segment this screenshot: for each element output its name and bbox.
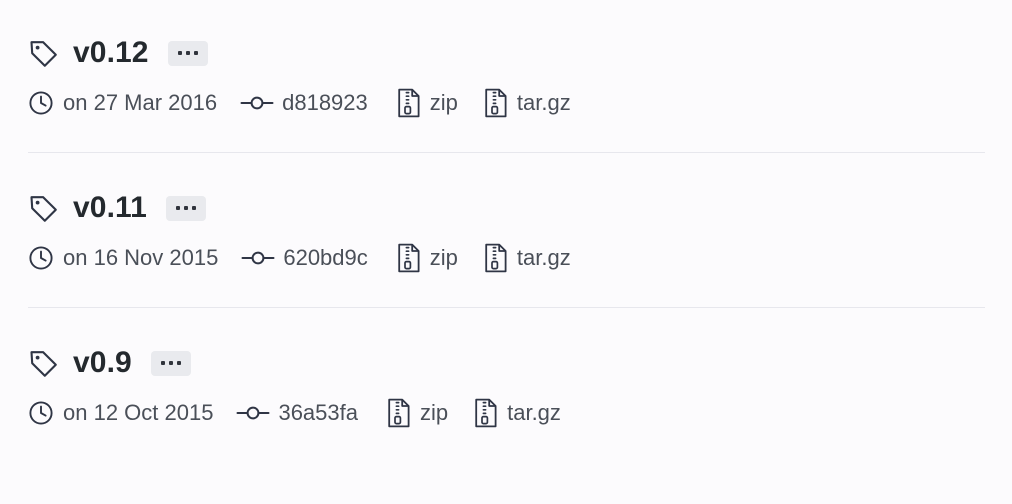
release-version-title: v0.9 xyxy=(73,346,132,379)
release-menu-button[interactable] xyxy=(150,350,191,376)
zip-file-icon xyxy=(398,243,420,273)
ellipsis-dot xyxy=(185,51,190,55)
download-zip-link[interactable]: zip xyxy=(387,398,448,428)
release-date: on 16 Nov 2015 xyxy=(63,245,219,270)
download-targz-link[interactable]: tar.gz xyxy=(474,398,561,428)
release-entry: v0.12 on 27 Mar 2016 d818923 zip tar.gz xyxy=(28,30,984,123)
release-version-title: v0.12 xyxy=(73,36,149,69)
release-meta-row: on 27 Mar 2016 d818923 zip tar.gz xyxy=(28,83,984,123)
clock-icon xyxy=(29,401,53,425)
ellipsis-dot xyxy=(176,361,181,365)
zip-file-icon xyxy=(485,88,507,118)
download-label: zip xyxy=(429,245,458,270)
release-commit-hash: 620bd9c xyxy=(283,245,368,270)
zip-file-icon xyxy=(398,88,420,118)
commit-icon xyxy=(241,251,275,265)
download-zip-link[interactable]: zip xyxy=(397,88,458,118)
release-commit-hash: 36a53fa xyxy=(278,400,358,425)
download-label: zip xyxy=(419,400,449,425)
commit-icon xyxy=(240,96,274,110)
release-meta-row: on 16 Nov 2015 620bd9c zip tar.gz xyxy=(28,238,984,278)
clock-icon xyxy=(29,91,53,115)
release-version-title: v0.11 xyxy=(73,191,147,224)
download-zip-link[interactable]: zip xyxy=(397,243,458,273)
ellipsis-dot xyxy=(175,206,180,210)
release-commit-hash: d818923 xyxy=(282,90,368,115)
download-targz-link[interactable]: tar.gz xyxy=(484,243,571,273)
ellipsis-dot xyxy=(191,206,196,210)
tag-icon xyxy=(30,196,57,222)
tags-list-page: v0.12 on 27 Mar 2016 d818923 zip tar.gz … xyxy=(0,0,1012,504)
release-menu-button[interactable] xyxy=(165,195,206,221)
commit-icon xyxy=(236,406,270,420)
release-meta-row: on 12 Oct 2015 36a53fa zip tar.gz xyxy=(28,393,984,433)
release-title-row: v0.11 xyxy=(28,185,984,231)
tag-icon xyxy=(30,351,57,377)
download-label: tar.gz xyxy=(516,245,571,270)
release-title-row: v0.9 xyxy=(28,340,984,386)
release-date: on 12 Oct 2015 xyxy=(63,400,214,425)
ellipsis-dot xyxy=(193,51,198,55)
ellipsis-dot xyxy=(183,206,188,210)
release-title-row: v0.12 xyxy=(28,30,984,76)
download-label: tar.gz xyxy=(516,90,571,115)
zip-file-icon xyxy=(388,398,410,428)
download-targz-link[interactable]: tar.gz xyxy=(484,88,571,118)
zip-file-icon xyxy=(485,243,507,273)
zip-file-icon xyxy=(475,398,497,428)
ellipsis-dot xyxy=(168,361,173,365)
release-entry: v0.11 on 16 Nov 2015 620bd9c zip tar.gz xyxy=(28,185,984,278)
download-label: zip xyxy=(429,90,458,115)
release-entry: v0.9 on 12 Oct 2015 36a53fa zip tar.gz xyxy=(28,340,984,433)
tag-icon xyxy=(30,41,57,67)
top-spacer xyxy=(28,0,984,30)
download-label: tar.gz xyxy=(507,400,561,425)
ellipsis-dot xyxy=(177,51,182,55)
release-date: on 27 Mar 2016 xyxy=(63,90,218,115)
release-menu-button[interactable] xyxy=(167,40,208,66)
clock-icon xyxy=(29,246,53,270)
ellipsis-dot xyxy=(160,361,165,365)
